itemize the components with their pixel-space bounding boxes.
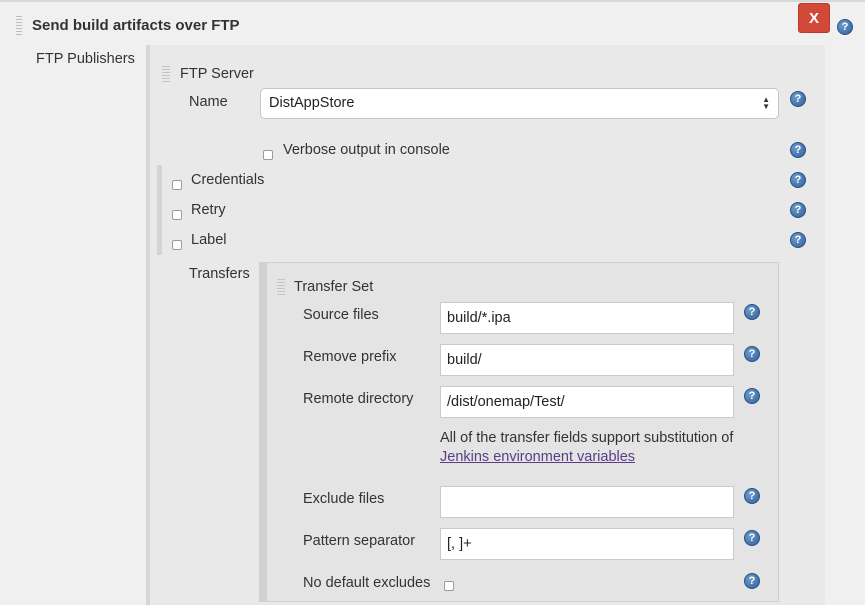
retry-checkbox[interactable]: [172, 210, 182, 220]
verbose-checkbox[interactable]: [263, 150, 273, 160]
section-title: Send build artifacts over FTP: [32, 17, 240, 34]
remove-prefix-input[interactable]: build/: [440, 344, 734, 376]
no-default-excludes-checkbox[interactable]: [444, 581, 454, 591]
top-border: [0, 0, 865, 2]
remote-directory-input[interactable]: /dist/onemap/Test/: [440, 386, 734, 418]
name-label: Name: [189, 94, 228, 110]
pattern-separator-input[interactable]: [, ]+: [440, 528, 734, 560]
options-bar: [157, 165, 162, 255]
credentials-checkbox[interactable]: [172, 180, 182, 190]
label-checkbox[interactable]: [172, 240, 182, 250]
drag-handle[interactable]: [16, 16, 22, 36]
no-default-excludes-help-icon[interactable]: ?: [744, 573, 760, 589]
remove-prefix-label: Remove prefix: [303, 349, 397, 365]
select-arrows-icon: ▲ ▼: [762, 95, 770, 111]
remove-prefix-help-icon[interactable]: ?: [744, 346, 760, 362]
retry-help-icon[interactable]: ?: [790, 202, 806, 218]
ftp-publishers-label: FTP Publishers: [36, 51, 135, 67]
source-files-label: Source files: [303, 307, 379, 323]
delete-button[interactable]: X: [798, 3, 830, 33]
credentials-label: Credentials: [191, 172, 265, 188]
source-files-input[interactable]: build/*.ipa: [440, 302, 734, 334]
remote-directory-label: Remote directory: [303, 391, 414, 407]
name-select-value: DistAppStore: [269, 95, 355, 111]
ftp-server-drag-handle[interactable]: [162, 66, 170, 84]
no-default-excludes-label: No default excludes: [303, 575, 431, 591]
remote-directory-help-icon[interactable]: ?: [744, 388, 760, 404]
label-help-icon[interactable]: ?: [790, 232, 806, 248]
name-help-icon[interactable]: ?: [790, 91, 806, 107]
transfer-set-drag-handle[interactable]: [277, 279, 285, 297]
verbose-label: Verbose output in console: [283, 142, 450, 158]
substitution-note-text: All of the transfer fields support subst…: [440, 430, 734, 446]
jenkins-env-vars-link[interactable]: Jenkins environment variables: [440, 449, 635, 465]
retry-label: Retry: [191, 202, 226, 218]
help-icon[interactable]: ?: [837, 19, 853, 35]
verbose-help-icon[interactable]: ?: [790, 142, 806, 158]
transfers-label: Transfers: [189, 266, 250, 282]
label-option-label: Label: [191, 232, 227, 248]
pattern-separator-help-icon[interactable]: ?: [744, 530, 760, 546]
substitution-note: All of the transfer fields support subst…: [440, 429, 750, 467]
credentials-help-icon[interactable]: ?: [790, 172, 806, 188]
exclude-files-help-icon[interactable]: ?: [744, 488, 760, 504]
exclude-files-label: Exclude files: [303, 491, 385, 507]
name-select[interactable]: DistAppStore ▲ ▼: [260, 88, 779, 119]
transfer-set-heading: Transfer Set: [294, 279, 374, 295]
pattern-separator-label: Pattern separator: [303, 533, 416, 549]
transfers-bar: [259, 262, 266, 602]
exclude-files-input[interactable]: [440, 486, 734, 518]
ftp-server-heading: FTP Server: [180, 66, 254, 82]
source-files-help-icon[interactable]: ?: [744, 304, 760, 320]
